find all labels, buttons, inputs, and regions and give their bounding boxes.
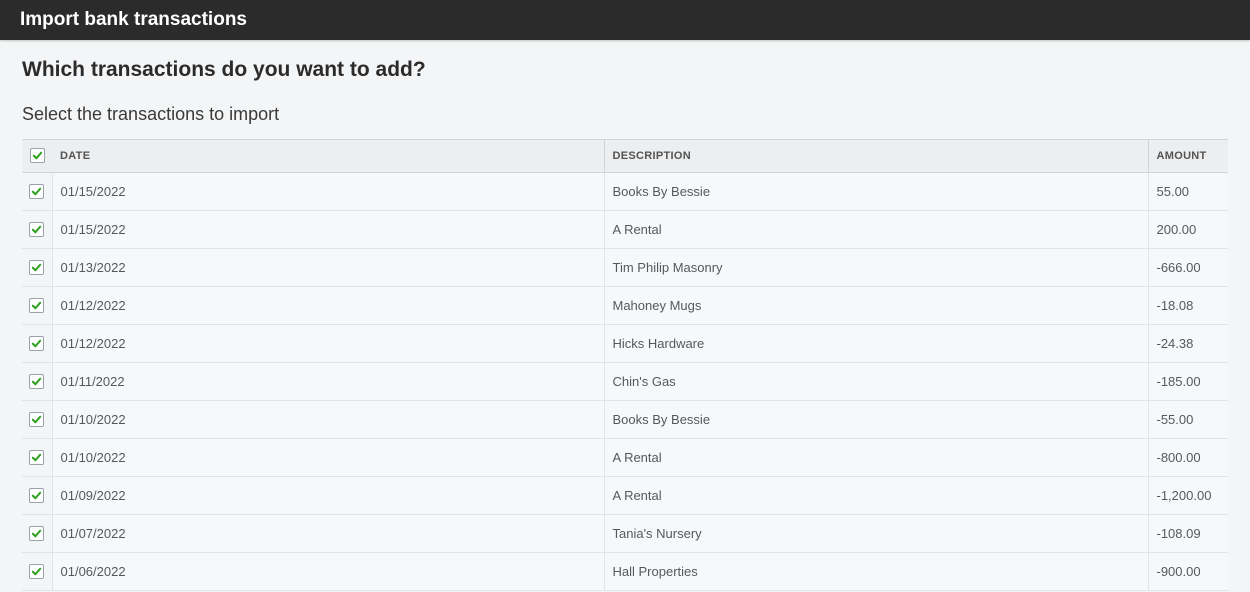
cell-description: Tim Philip Masonry bbox=[604, 249, 1148, 287]
cell-date: 01/15/2022 bbox=[52, 211, 604, 249]
cell-date: 01/07/2022 bbox=[52, 515, 604, 553]
column-header-date[interactable]: Date bbox=[52, 140, 604, 173]
cell-date: 01/15/2022 bbox=[52, 173, 604, 211]
check-icon bbox=[31, 224, 42, 235]
cell-amount: -185.00 bbox=[1148, 363, 1228, 401]
table-row[interactable]: 01/11/2022Chin's Gas-185.00 bbox=[22, 363, 1228, 401]
table-header-row: Date Description Amount bbox=[22, 140, 1228, 173]
row-checkbox-cell[interactable] bbox=[22, 287, 52, 325]
check-icon bbox=[31, 186, 42, 197]
row-checkbox[interactable] bbox=[29, 298, 44, 313]
check-icon bbox=[31, 300, 42, 311]
cell-date: 01/11/2022 bbox=[52, 363, 604, 401]
check-icon bbox=[31, 566, 42, 577]
row-checkbox-cell[interactable] bbox=[22, 553, 52, 591]
check-icon bbox=[32, 150, 43, 161]
cell-date: 01/10/2022 bbox=[52, 439, 604, 477]
subtitle-text: Select the transactions to import bbox=[22, 104, 1228, 125]
check-icon bbox=[31, 338, 42, 349]
table-row[interactable]: 01/13/2022Tim Philip Masonry-666.00 bbox=[22, 249, 1228, 287]
check-icon bbox=[31, 452, 42, 463]
check-icon bbox=[31, 528, 42, 539]
table-row[interactable]: 01/15/2022A Rental200.00 bbox=[22, 211, 1228, 249]
cell-amount: -24.38 bbox=[1148, 325, 1228, 363]
row-checkbox[interactable] bbox=[29, 450, 44, 465]
row-checkbox-cell[interactable] bbox=[22, 401, 52, 439]
page-title: Import bank transactions bbox=[20, 9, 247, 31]
cell-amount: -666.00 bbox=[1148, 249, 1228, 287]
cell-description: Mahoney Mugs bbox=[604, 287, 1148, 325]
row-checkbox[interactable] bbox=[29, 412, 44, 427]
cell-description: A Rental bbox=[604, 477, 1148, 515]
row-checkbox-cell[interactable] bbox=[22, 439, 52, 477]
row-checkbox[interactable] bbox=[29, 488, 44, 503]
select-all-cell[interactable] bbox=[22, 140, 52, 173]
cell-date: 01/09/2022 bbox=[52, 477, 604, 515]
cell-description: Chin's Gas bbox=[604, 363, 1148, 401]
row-checkbox[interactable] bbox=[29, 564, 44, 579]
transactions-table: Date Description Amount 01/15/2022Books … bbox=[22, 139, 1228, 591]
cell-amount: -1,200.00 bbox=[1148, 477, 1228, 515]
table-row[interactable]: 01/10/2022Books By Bessie-55.00 bbox=[22, 401, 1228, 439]
check-icon bbox=[31, 376, 42, 387]
main-content: Which transactions do you want to add? S… bbox=[0, 40, 1250, 591]
table-row[interactable]: 01/12/2022Mahoney Mugs-18.08 bbox=[22, 287, 1228, 325]
row-checkbox[interactable] bbox=[29, 526, 44, 541]
page-header: Import bank transactions bbox=[0, 0, 1250, 40]
row-checkbox[interactable] bbox=[29, 260, 44, 275]
row-checkbox-cell[interactable] bbox=[22, 477, 52, 515]
cell-description: Books By Bessie bbox=[604, 401, 1148, 439]
question-heading: Which transactions do you want to add? bbox=[22, 58, 1228, 82]
check-icon bbox=[31, 490, 42, 501]
row-checkbox-cell[interactable] bbox=[22, 325, 52, 363]
table-row[interactable]: 01/06/2022Hall Properties-900.00 bbox=[22, 553, 1228, 591]
column-header-amount[interactable]: Amount bbox=[1148, 140, 1228, 173]
cell-date: 01/12/2022 bbox=[52, 325, 604, 363]
cell-description: A Rental bbox=[604, 439, 1148, 477]
select-all-checkbox[interactable] bbox=[30, 148, 45, 163]
table-row[interactable]: 01/12/2022Hicks Hardware-24.38 bbox=[22, 325, 1228, 363]
cell-amount: -55.00 bbox=[1148, 401, 1228, 439]
cell-description: Books By Bessie bbox=[604, 173, 1148, 211]
cell-description: Tania's Nursery bbox=[604, 515, 1148, 553]
check-icon bbox=[31, 262, 42, 273]
row-checkbox[interactable] bbox=[29, 336, 44, 351]
cell-amount: -800.00 bbox=[1148, 439, 1228, 477]
cell-date: 01/10/2022 bbox=[52, 401, 604, 439]
row-checkbox-cell[interactable] bbox=[22, 211, 52, 249]
cell-date: 01/13/2022 bbox=[52, 249, 604, 287]
cell-description: Hicks Hardware bbox=[604, 325, 1148, 363]
table-row[interactable]: 01/10/2022A Rental-800.00 bbox=[22, 439, 1228, 477]
table-row[interactable]: 01/07/2022Tania's Nursery-108.09 bbox=[22, 515, 1228, 553]
cell-amount: 200.00 bbox=[1148, 211, 1228, 249]
row-checkbox-cell[interactable] bbox=[22, 249, 52, 287]
cell-description: A Rental bbox=[604, 211, 1148, 249]
row-checkbox-cell[interactable] bbox=[22, 173, 52, 211]
row-checkbox[interactable] bbox=[29, 222, 44, 237]
cell-amount: -900.00 bbox=[1148, 553, 1228, 591]
cell-description: Hall Properties bbox=[604, 553, 1148, 591]
table-row[interactable]: 01/15/2022Books By Bessie55.00 bbox=[22, 173, 1228, 211]
column-header-description[interactable]: Description bbox=[604, 140, 1148, 173]
cell-amount: 55.00 bbox=[1148, 173, 1228, 211]
cell-date: 01/12/2022 bbox=[52, 287, 604, 325]
cell-date: 01/06/2022 bbox=[52, 553, 604, 591]
row-checkbox[interactable] bbox=[29, 374, 44, 389]
row-checkbox[interactable] bbox=[29, 184, 44, 199]
cell-amount: -18.08 bbox=[1148, 287, 1228, 325]
check-icon bbox=[31, 414, 42, 425]
table-row[interactable]: 01/09/2022A Rental-1,200.00 bbox=[22, 477, 1228, 515]
row-checkbox-cell[interactable] bbox=[22, 515, 52, 553]
cell-amount: -108.09 bbox=[1148, 515, 1228, 553]
row-checkbox-cell[interactable] bbox=[22, 363, 52, 401]
